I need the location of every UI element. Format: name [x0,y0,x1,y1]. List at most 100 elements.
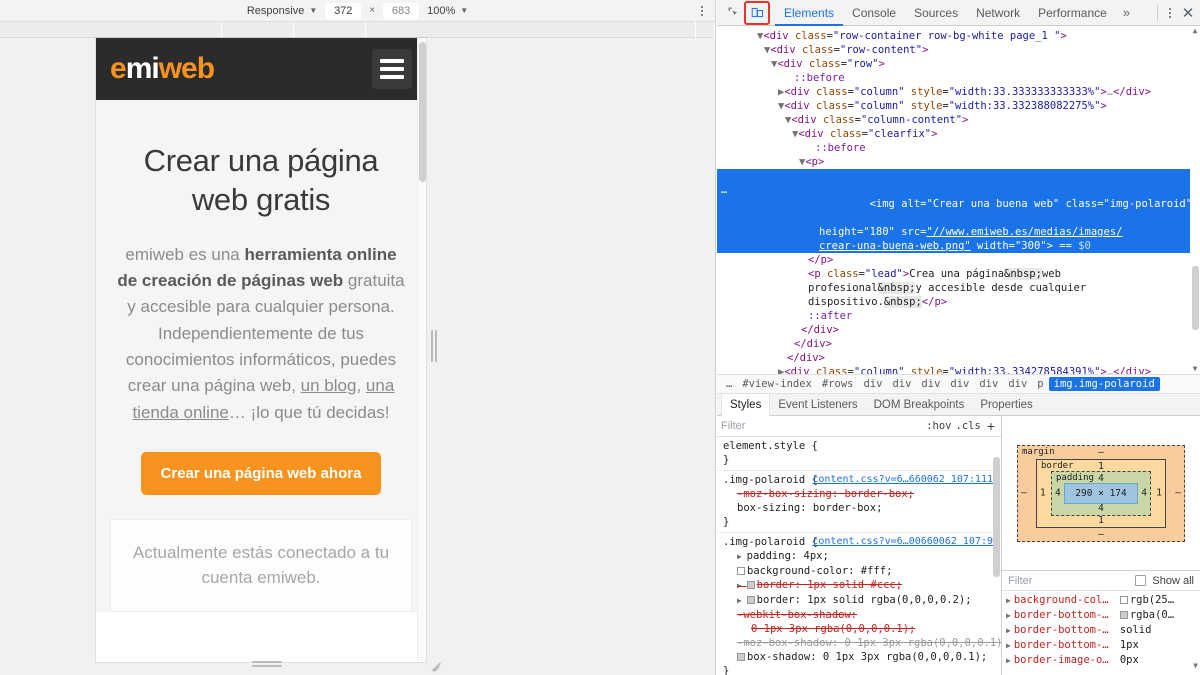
tab-elements[interactable]: Elements [775,0,843,26]
tab-sources[interactable]: Sources [905,0,967,26]
css-declaration[interactable]: ▶ border: 1px solid #ccc; [723,578,997,593]
css-declaration[interactable]: ▶ padding: 4px; [723,549,997,564]
color-swatch[interactable] [737,567,745,575]
show-all-label[interactable]: Show all [1152,575,1194,587]
padding-left-value[interactable]: 4 [1055,488,1061,499]
border-left-value[interactable]: 1 [1040,488,1046,499]
css-rules-scrollbar[interactable] [992,437,1001,675]
css-rule[interactable]: .img-polaroid {content.css?v=6…660062 10… [717,471,1001,533]
breadcrumb-item[interactable]: #view-index [737,377,817,391]
margin-bottom-value[interactable]: – [1098,529,1104,540]
color-swatch[interactable] [737,653,745,661]
dom-line[interactable]: ::before [717,141,1200,155]
dom-line[interactable]: profesional&nbsp;y accesible desde cualq… [717,281,1200,295]
color-swatch[interactable] [746,596,755,604]
tab-network[interactable]: Network [967,0,1029,26]
dom-line[interactable]: ▶<div class="column" style="width:33.333… [717,85,1200,99]
create-website-button[interactable]: Crear una página web ahora [140,451,382,495]
styles-filter-input[interactable]: Filter [721,420,922,432]
css-declaration[interactable]: background-color: #fff; [723,564,997,578]
css-rules-list[interactable]: element.style {} .img-polaroid {content.c… [717,437,1001,675]
dom-line[interactable]: ▼<div class="row"> [717,57,1200,71]
dom-line[interactable]: </div> [717,337,1200,351]
computed-properties-list[interactable]: ▶ background-col… rgb(25… ▶ border-bottom-… r… [1002,591,1200,675]
device-toolbar-menu-button[interactable] [695,4,709,18]
breadcrumb-item[interactable]: div [887,377,916,391]
computed-property-row[interactable]: ▶ border-image-o… 0px [1002,653,1200,668]
breadcrumb-item[interactable]: img.img-polaroid [1048,377,1160,391]
css-selector[interactable]: .img-polaroid { [723,474,818,486]
css-declaration[interactable]: ▶ border: 1px solid rgba(0,0,0,0.2); [723,593,997,608]
border-right-value[interactable]: 1 [1156,488,1162,499]
inspect-element-icon[interactable] [721,2,745,24]
scroll-down-icon[interactable]: ▼ [1193,658,1198,673]
computed-property-row[interactable]: ▶ background-col… rgb(25… [1002,593,1200,608]
css-selector[interactable]: .img-polaroid { [723,536,818,548]
device-toolbar-icon[interactable] [744,0,770,25]
link-un-blog[interactable]: un blog [301,376,357,395]
devtools-main-menu-button[interactable] [1162,5,1178,21]
css-declaration[interactable]: 0 1px 3px rgba(0,0,0,0.1); [723,622,997,636]
dom-line[interactable]: ▼<p> [717,155,1200,169]
padding-right-value[interactable]: 4 [1141,488,1147,499]
tab-dom-breakpoints[interactable]: DOM Breakpoints [866,394,973,416]
breadcrumb[interactable]: … #view-index #rows div div div div div div p img.… [717,374,1200,394]
css-declaration[interactable]: -webkit-box-shadow: [723,608,997,622]
breadcrumb-item[interactable]: div [1003,377,1032,391]
device-width-input[interactable]: 372 [325,2,362,19]
expand-icon[interactable]: ▶ [1006,623,1011,638]
device-viewport[interactable]: emiweb Crear una página web gratis emiwe… [96,38,426,662]
expand-icon[interactable]: ▶ [1006,593,1011,608]
breadcrumb-item[interactable]: div [916,377,945,391]
dom-selected-node-cont-2[interactable]: crear-una-buena-web.png" width="300"> ==… [717,239,1200,253]
expand-icon[interactable]: ▶ [1006,608,1011,623]
css-declaration[interactable]: box-sizing: border-box; [723,501,997,515]
viewport-resize-handle-corner[interactable] [428,659,442,673]
css-rule[interactable]: element.style {} [717,437,1001,471]
scrollbar-thumb[interactable] [993,457,1000,577]
dom-line[interactable]: ▼<div class="row-content"> [717,43,1200,57]
computed-property-row[interactable]: ▶ border-bottom-… solid [1002,623,1200,638]
dom-line[interactable]: dispositivo.&nbsp;</p> [717,295,1200,309]
dom-selected-node-cont-1[interactable]: height="180" src="//www.emiweb.es/medias… [717,225,1200,239]
viewport-resize-handle-bottom[interactable] [252,661,282,667]
breadcrumb-item[interactable]: div [945,377,974,391]
css-source-link[interactable]: content.css?v=6…660062 107:111 [812,473,993,487]
more-tabs-button[interactable]: » [1116,0,1137,26]
breadcrumb-item[interactable]: … [721,377,737,391]
device-preset-select[interactable]: Responsive ▼ [247,5,317,17]
scroll-down-icon[interactable]: ▼ [1191,364,1199,374]
dom-line[interactable]: ▼<div class="column-content"> [717,113,1200,127]
dom-line[interactable]: ::before [717,71,1200,85]
expand-icon[interactable]: ▶ [737,596,747,605]
dom-line[interactable]: ::after [717,309,1200,323]
color-swatch[interactable] [746,581,755,589]
margin-top-value[interactable]: – [1098,447,1104,458]
computed-property-row[interactable]: ▶ border-bottom-… rgba(0… [1002,608,1200,623]
dom-line[interactable]: </div> [717,351,1200,365]
margin-right-value[interactable]: – [1175,488,1181,499]
dom-tree[interactable]: ▼<div class="row-container row-bg-white … [717,26,1200,374]
tab-event-listeners[interactable]: Event Listeners [770,394,865,416]
cls-toggle-button[interactable]: .cls [956,420,981,432]
dom-line[interactable]: ▼<div class="column" style="width:33.332… [717,99,1200,113]
breadcrumb-item[interactable]: div [974,377,1003,391]
css-declaration[interactable]: -moz-box-sizing: border-box; [723,487,997,501]
css-declaration[interactable]: -moz-box-shadow: 0 1px 3px rgba(0,0,0,0.… [723,636,1001,650]
expand-icon[interactable]: ▶ [1006,653,1011,668]
expand-icon[interactable]: ▶ [1006,638,1011,653]
emiweb-logo[interactable]: emiweb [110,54,215,84]
css-selector[interactable]: element.style { [723,440,818,452]
margin-left-value[interactable]: – [1021,488,1027,499]
expand-icon[interactable]: ▶ [737,581,747,590]
css-declaration[interactable]: box-shadow: 0 1px 3px rgba(0,0,0,0.1); [723,650,997,664]
show-all-checkbox[interactable] [1135,575,1147,586]
hamburger-menu-icon[interactable] [372,49,412,89]
device-height-input[interactable]: 683 [383,2,420,19]
tab-console[interactable]: Console [843,0,905,26]
dom-selected-node[interactable]: … <img alt="Crear una buena web" class="… [717,169,1200,225]
computed-property-row[interactable]: ▶ border-bottom-… 1px [1002,638,1200,653]
dom-tree-scrollbar[interactable]: ▲ ▼ [1190,26,1200,374]
box-model-border[interactable]: border 1 1 1 1 padding 4 4 4 4 290 × 174 [1036,458,1166,528]
scrollbar-thumb[interactable] [419,42,426,182]
